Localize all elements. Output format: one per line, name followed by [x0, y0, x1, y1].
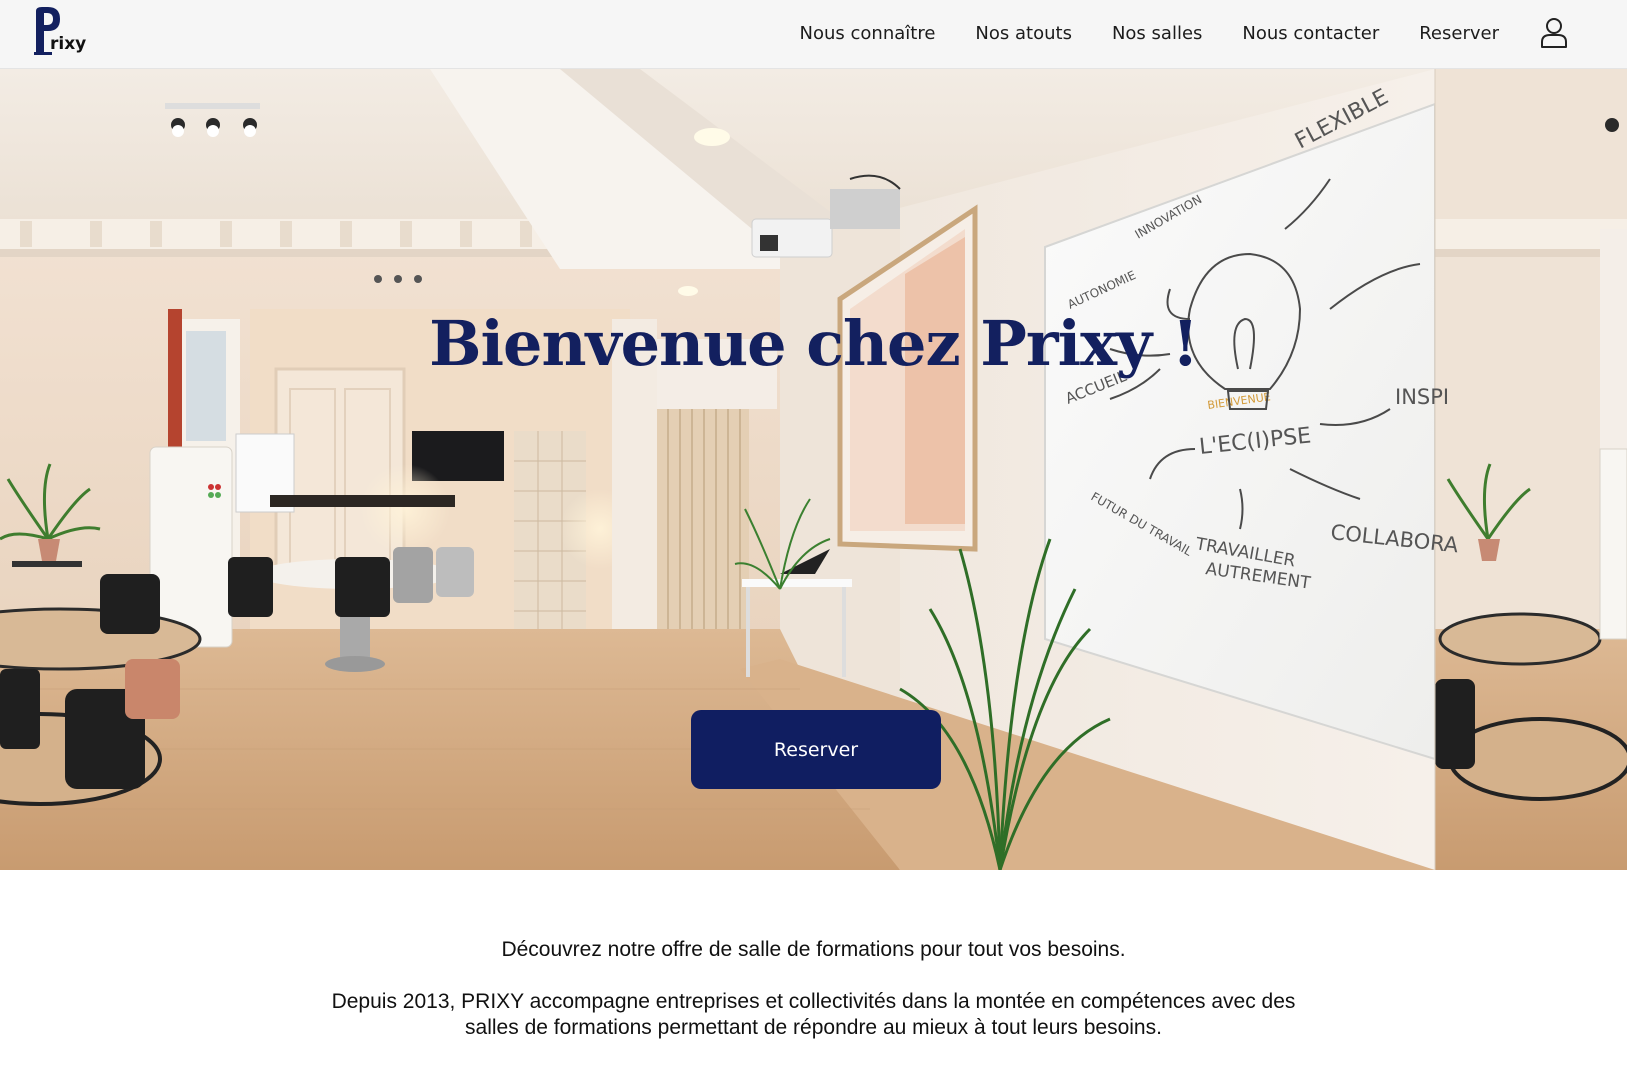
nav-nos-salles[interactable]: Nos salles	[1112, 23, 1202, 44]
wb-collabora: COLLABORA	[1329, 520, 1460, 557]
nav-nous-contacter[interactable]: Nous contacter	[1242, 23, 1379, 44]
prixy-logo[interactable]: rixy	[34, 5, 94, 57]
wb-autonomie: AUTONOMIE	[1065, 268, 1138, 312]
reserver-button[interactable]: Reserver	[691, 710, 941, 789]
nav-reserver[interactable]: Reserver	[1419, 23, 1499, 44]
main-nav: Nous connaître Nos atouts Nos salles Nou…	[800, 0, 1569, 66]
wb-futur: FUTUR DU TRAVAIL	[1089, 489, 1195, 558]
wb-flexible: FLEXIBLE	[1291, 85, 1392, 155]
hero-section: FLEXIBLE INNOVATION AUTONOMIE ACCUEIL FU…	[0, 69, 1627, 870]
intro-description: Depuis 2013, PRIXY accompagne entreprise…	[331, 990, 1296, 1039]
wb-eclipse: L'EC(I)PSE	[1198, 423, 1312, 460]
site-header: rixy Nous connaître Nos atouts Nos salle…	[0, 0, 1627, 69]
user-icon[interactable]	[1539, 16, 1569, 50]
nav-nos-atouts[interactable]: Nos atouts	[975, 23, 1072, 44]
svg-text:rixy: rixy	[50, 34, 86, 54]
wb-inspi: INSPI	[1395, 385, 1449, 409]
nav-nous-connaitre[interactable]: Nous connaître	[800, 23, 936, 44]
intro-tagline: Découvrez notre offre de salle de format…	[501, 938, 1126, 961]
wb-innovation: INNOVATION	[1133, 192, 1205, 241]
hero-title: Bienvenue chez Prixy !	[429, 307, 1199, 380]
intro-section: Découvrez notre offre de salle de format…	[0, 938, 1627, 1041]
